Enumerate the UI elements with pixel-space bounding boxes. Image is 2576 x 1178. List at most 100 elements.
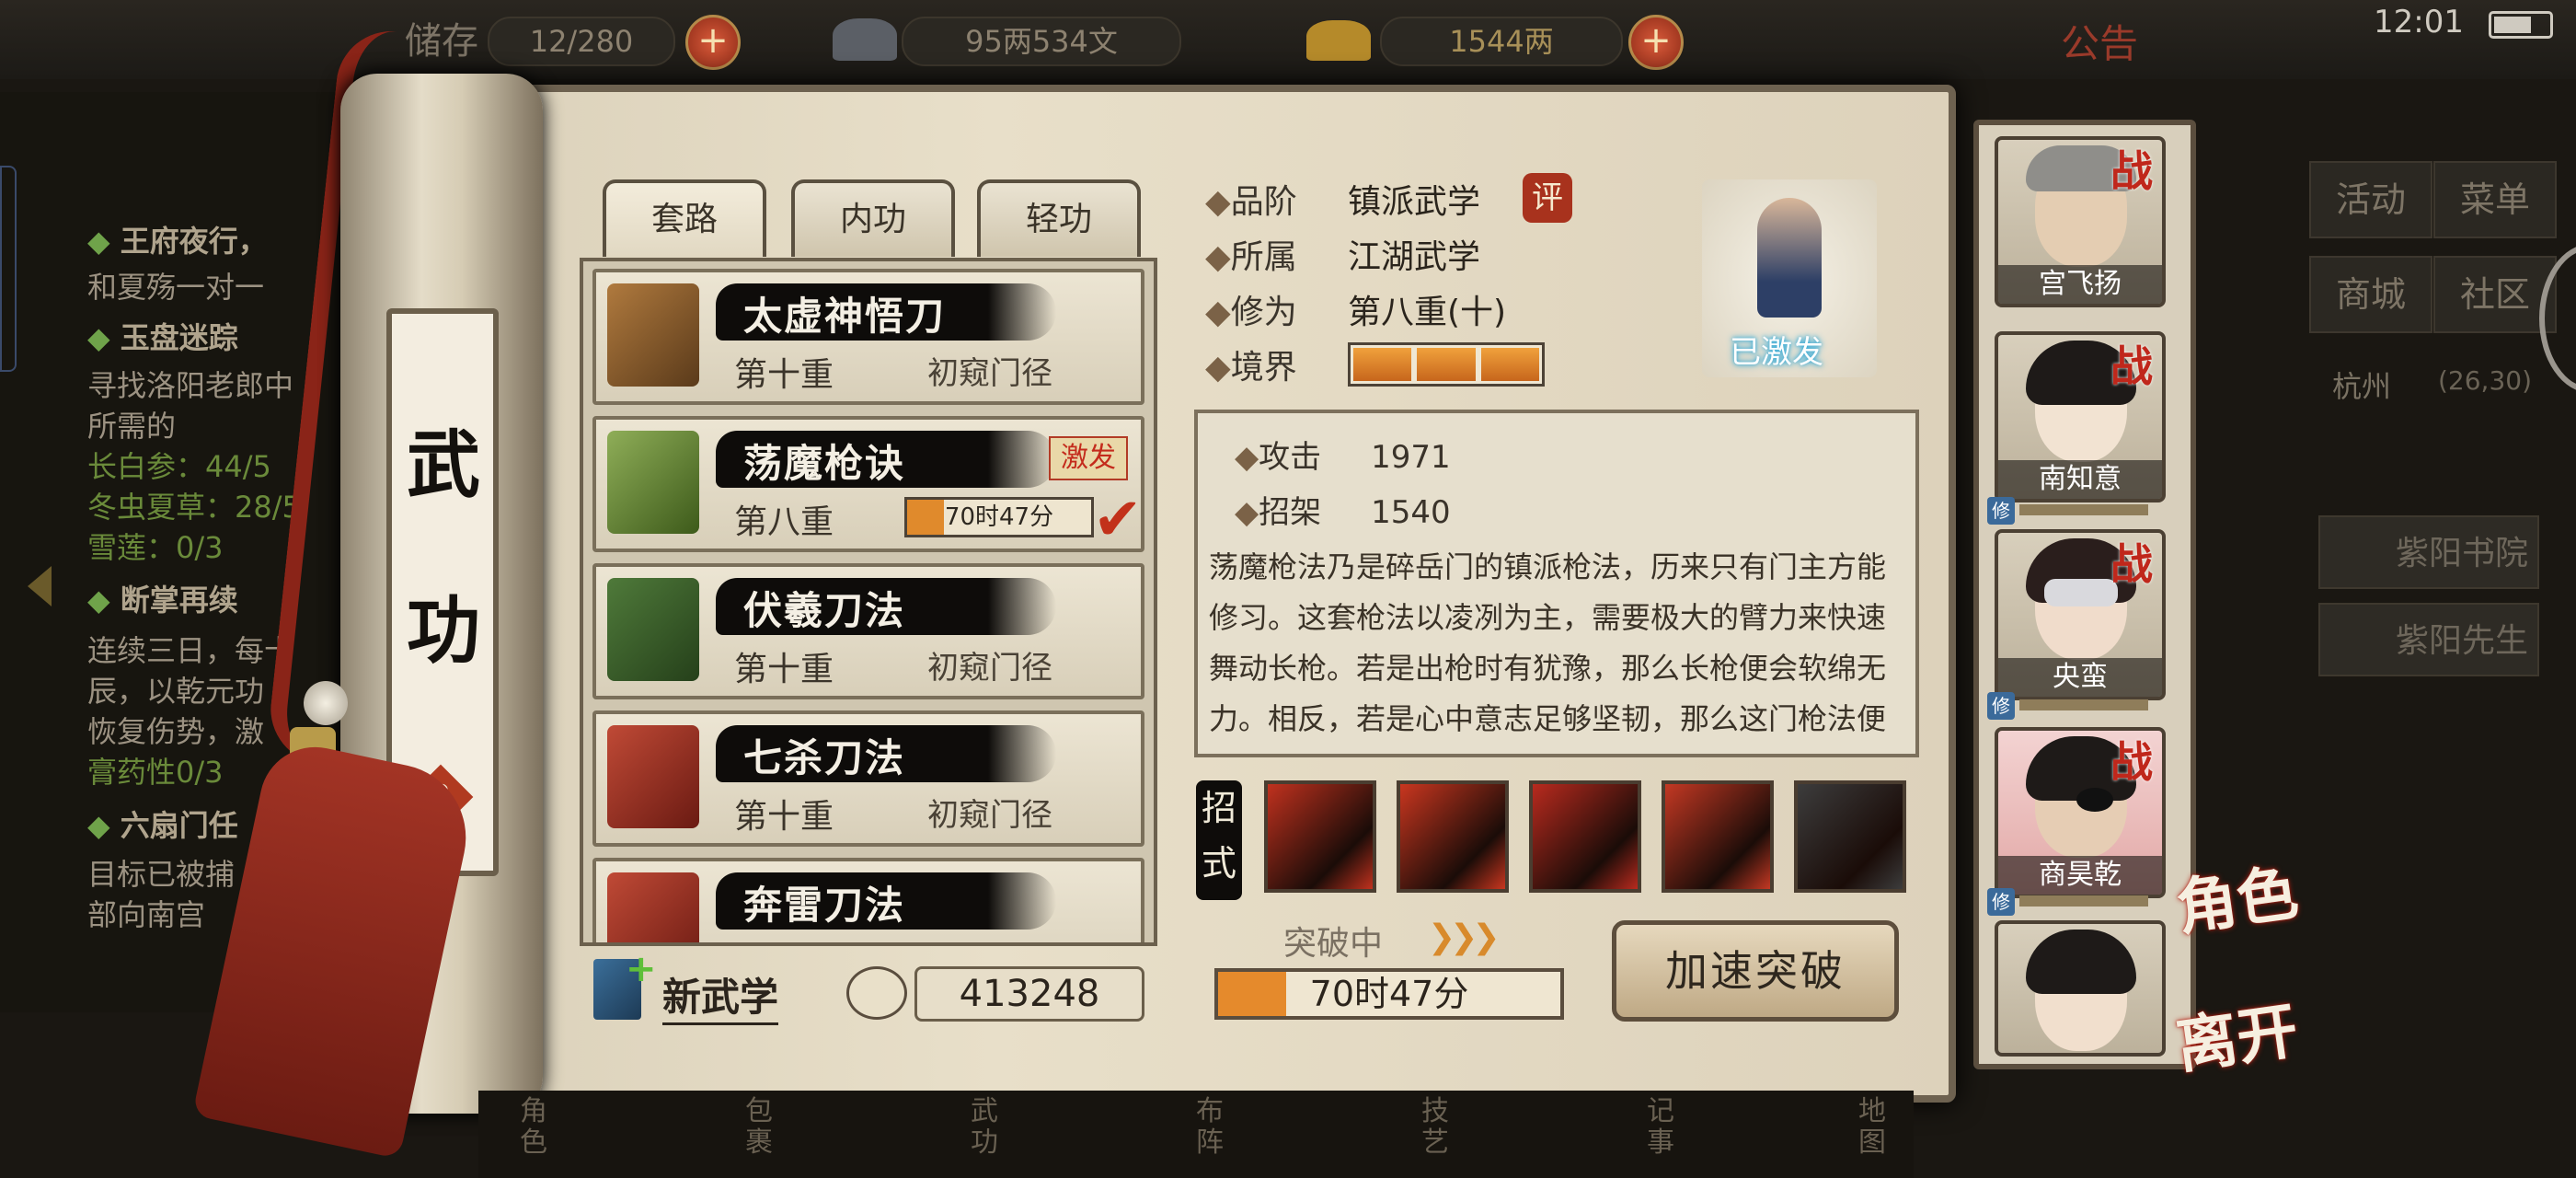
nav-map[interactable]: 地图 (1858, 1096, 1890, 1159)
quest-3-line: 恢复伤势，激 (87, 714, 265, 749)
quest-2-title[interactable]: ◆ 玉盘迷踪 (87, 318, 238, 358)
martial-rank: 初窥门径 (927, 355, 1052, 392)
quest-4-title[interactable]: ◆ 六扇门任 (87, 805, 238, 846)
role-tab[interactable]: 角色 (2170, 843, 2303, 947)
move-slot[interactable] (1397, 780, 1509, 893)
hero-card[interactable] (1995, 920, 2166, 1057)
rating-button[interactable]: 评 (1523, 173, 1572, 223)
martial-item[interactable]: 太虚神悟刀 第十重 初窥门径 (592, 269, 1144, 405)
shop-button[interactable]: 商城 (2309, 256, 2432, 333)
nav-formation[interactable]: 布阵 (1196, 1096, 1227, 1159)
hero-card[interactable]: 商昊乾 战 (1995, 727, 2166, 898)
tab-inner[interactable]: 内功 (791, 179, 955, 257)
arrows-icon: ❯❯❯ (1428, 918, 1500, 956)
martial-name: 荡魔枪诀 (743, 441, 906, 486)
breakthrough-progress-fill (1218, 972, 1287, 1016)
martial-level: 第八重 (734, 503, 834, 541)
martial-level: 第十重 (734, 651, 834, 688)
nav-role[interactable]: 角色 (520, 1096, 551, 1159)
grade-value: 镇派武学 (1348, 183, 1481, 221)
hero-card[interactable]: 南知意 战 (1995, 331, 2166, 502)
martial-rank: 初窥门径 (927, 797, 1052, 834)
description-scroll[interactable]: 荡魔枪法乃是碎岳门的镇派枪法，历来只有门主方能修习。这套枪法以凌冽为主，需要极大… (1198, 413, 1908, 746)
tab-lightness[interactable]: 轻功 (977, 179, 1141, 257)
social-button[interactable]: 社区 (2433, 256, 2557, 333)
quest-3-item: 膏药性0/3 (87, 755, 224, 790)
hero-bar (2019, 504, 2148, 515)
martial-item[interactable]: 奔雷刀法 (592, 858, 1144, 942)
nav-martial[interactable]: 武功 (971, 1096, 1002, 1159)
realm-label: ◆境界 (1205, 349, 1297, 387)
place-label: 紫阳书院 (2395, 535, 2528, 572)
leave-button[interactable]: 离开 (2170, 981, 2303, 1085)
npc-label: 紫阳先生 (2395, 622, 2528, 660)
mask-icon (2044, 579, 2118, 606)
belong-label: ◆所属 (1205, 238, 1297, 276)
cultivation-value: 第八重(十) (1348, 294, 1507, 331)
move-slot[interactable] (1794, 780, 1906, 893)
breakthrough-timer: 70时47分 (1309, 974, 1469, 1014)
activity-button[interactable]: 活动 (2309, 161, 2432, 238)
quest-1-title[interactable]: ◆ 王府夜行， (87, 221, 268, 261)
realm-segment (1417, 348, 1476, 381)
martial-name: 伏羲刀法 (743, 588, 906, 633)
hero-card[interactable]: 宫飞扬 战 (1995, 136, 2166, 307)
martial-name: 七杀刀法 (743, 735, 906, 780)
martial-level: 第十重 (734, 798, 834, 836)
eyepatch-icon (2076, 788, 2113, 812)
speed-up-button[interactable]: 加速突破 (1612, 920, 1899, 1022)
hero-name: 南知意 (1998, 460, 2162, 499)
silver-amount: 95两534文 (902, 17, 1181, 66)
nav-skills[interactable]: 技艺 (1421, 1096, 1453, 1159)
npc-button[interactable]: 紫阳先生 (2318, 603, 2539, 676)
notice-button[interactable]: 公告 (2061, 13, 2138, 69)
training-progress: 70时47分 (904, 497, 1094, 537)
martial-item[interactable]: 七杀刀法 第十重 初窥门径 (592, 710, 1144, 847)
nav-journal[interactable]: 记事 (1647, 1096, 1678, 1159)
scroll-book-icon (607, 283, 699, 387)
breakthrough-progress: 70时47分 (1214, 968, 1564, 1020)
points-book-icon (846, 966, 907, 1020)
quest-2-line: 寻找洛阳老郎中 (87, 368, 294, 403)
hero-card[interactable]: 央蛮 战 (1995, 529, 2166, 700)
martial-list[interactable]: 太虚神悟刀 第十重 初窥门径 荡魔枪诀 激发 第八重 70时47分 ✔ 伏羲刀法… (580, 258, 1157, 946)
quest-1-line: 和夏殇一对一 (87, 270, 265, 305)
nav-bag[interactable]: 包裹 (745, 1096, 776, 1159)
move-slot[interactable] (1264, 780, 1376, 893)
hero-bar (2019, 699, 2148, 710)
martial-level: 第十重 (734, 356, 834, 394)
battle-badge: 战 (2110, 341, 2153, 391)
quest-2-item: 长白参：44/5 (87, 449, 271, 484)
quest-2-line: 所需的 (87, 409, 177, 444)
move-slot[interactable] (1529, 780, 1641, 893)
add-gold-button[interactable]: + (1628, 15, 1684, 70)
grade-label: ◆品阶 (1205, 183, 1297, 221)
breakthrough-label: 突破中 (1283, 925, 1384, 963)
realm-bar (1348, 342, 1545, 387)
new-martial-button[interactable]: 新武学 (662, 966, 779, 1025)
scroll-title-char: 功 (407, 588, 480, 674)
training-timer: 70时47分 (944, 503, 1054, 531)
collapse-arrow-icon[interactable] (28, 566, 52, 606)
menu-button[interactable]: 菜单 (2433, 161, 2557, 238)
battle-badge: 战 (2110, 737, 2153, 787)
martial-item[interactable]: 伏羲刀法 第十重 初窥门径 (592, 563, 1144, 699)
bag-count: 12/280 (488, 17, 675, 66)
left-edge-tab[interactable] (0, 166, 17, 372)
hero-bar (2019, 895, 2148, 907)
hero-hair (2026, 930, 2136, 994)
battle-badge: 战 (2110, 539, 2153, 589)
move-slot[interactable] (1662, 780, 1774, 893)
activated-label: 已激发 (1730, 334, 1823, 371)
realm-segment (1480, 348, 1539, 381)
add-bag-button[interactable]: + (685, 15, 741, 70)
quest-2-item: 雪莲：0/3 (87, 530, 224, 565)
quest-4-line: 目标已被捕 (87, 857, 236, 892)
martial-description: 荡魔枪法乃是碎岳门的镇派枪法，历来只有门主方能修习。这套枪法以凌冽为主，需要极大… (1209, 549, 1887, 736)
quest-3-title[interactable]: ◆ 断掌再续 (87, 580, 238, 620)
tab-routine[interactable]: 套路 (603, 179, 766, 257)
points-value: 413248 (914, 966, 1144, 1022)
martial-pose-portrait: 已激发 (1702, 179, 1877, 377)
martial-item-selected[interactable]: 荡魔枪诀 激发 第八重 70时47分 ✔ (592, 416, 1144, 554)
place-button[interactable]: 紫阳书院 (2318, 515, 2539, 589)
